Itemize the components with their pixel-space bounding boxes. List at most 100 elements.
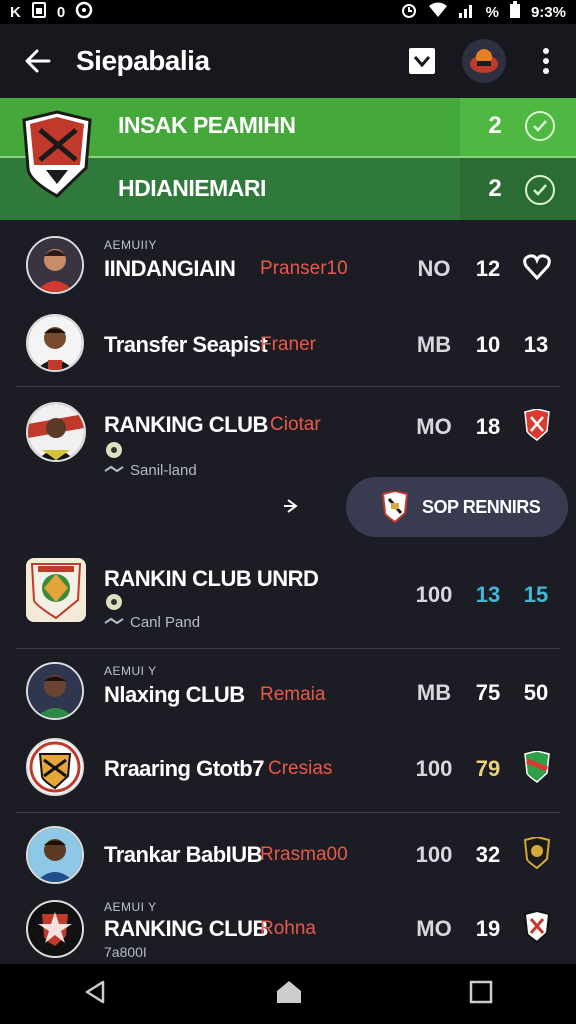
item-kicker: AEMUI Y xyxy=(104,664,157,678)
item-club: Franer xyxy=(260,334,316,355)
item-col-1: NO xyxy=(417,256,451,281)
item-club: Rrasma00 xyxy=(260,844,348,865)
item-col-2: 13 xyxy=(475,582,501,607)
banner-count-cell-2 xyxy=(460,158,576,220)
item-col-2: 79 xyxy=(475,756,501,781)
item-name: Nlaxing CLUB xyxy=(104,682,245,707)
club-shield-icon xyxy=(382,491,408,523)
item-sub-text: 7a800I xyxy=(104,944,147,960)
item-name: RANKING CLUB xyxy=(104,412,268,437)
item-col-3: 15 xyxy=(523,582,549,607)
heart-icon[interactable] xyxy=(522,252,552,282)
item-col-2: 32 xyxy=(475,842,501,867)
list-item[interactable]: AEMUI Y RANKING CLUB Rohna 7a800I MO 19 xyxy=(0,896,576,962)
banner-label-1: INSAK PEAMIHN xyxy=(118,112,296,138)
nav-back-button[interactable] xyxy=(83,979,109,1010)
sim-icon xyxy=(31,2,47,22)
section-divider xyxy=(16,648,560,649)
item-name: Transfer Seapist xyxy=(104,332,268,357)
banner-label-2: HDIANIEMARI xyxy=(118,175,266,201)
item-col-2: 18 xyxy=(475,414,501,439)
item-col-2: 75 xyxy=(475,680,501,705)
top-rankings-pill[interactable]: SOP RENNIRS xyxy=(346,477,568,537)
app-bar: Siepabalia xyxy=(0,24,576,98)
list-item[interactable]: Rraaring Gtotb7 Cresias 100 79 xyxy=(0,736,576,806)
triangle-back-icon xyxy=(85,980,105,1003)
clock-icon xyxy=(75,1,93,23)
list-item[interactable]: Transfer Seapist Franer MB 10 13 xyxy=(0,312,576,382)
player-avatar xyxy=(26,236,84,294)
back-button[interactable] xyxy=(0,24,76,98)
club-badge-icon[interactable] xyxy=(522,837,552,869)
pill-label: SOP RENNIRS xyxy=(422,496,541,517)
club-crest xyxy=(26,900,84,958)
club-crest xyxy=(26,558,86,622)
club-badge-icon[interactable] xyxy=(522,409,552,441)
home-icon xyxy=(277,980,301,1003)
section-divider xyxy=(16,386,560,387)
list-item[interactable]: AEMUI Y Nlaxing CLUB Remaia MB 75 50 xyxy=(0,660,576,730)
check-circle-icon[interactable] xyxy=(525,111,555,141)
item-club: Cresias xyxy=(268,758,333,779)
item-name: IINDANGIAIN xyxy=(104,256,236,281)
item-kicker: AEMUI Y xyxy=(104,900,157,914)
list-item[interactable]: Trankar BabIUB Rrasma00 100 32 xyxy=(0,824,576,890)
status-k: K xyxy=(10,3,21,21)
item-kicker: AEMUIIY xyxy=(104,238,157,252)
item-col-1: 100 xyxy=(415,756,453,781)
player-avatar xyxy=(26,662,84,720)
item-club: Remaia xyxy=(260,684,326,705)
item-sub-text: Canl Pand xyxy=(130,614,201,631)
banner-count-1: 2 xyxy=(488,112,502,139)
item-club: Ciotar xyxy=(270,414,321,435)
item-col-2: 19 xyxy=(475,916,501,941)
club-crest xyxy=(26,738,84,796)
item-col-2: 10 xyxy=(475,332,501,357)
item-col-1: MO xyxy=(416,414,452,439)
status-left: K 0 xyxy=(10,1,93,23)
item-club: Rohna xyxy=(260,918,316,939)
item-col-1: MB xyxy=(416,680,452,705)
section-divider xyxy=(16,812,560,813)
nav-recents-button[interactable] xyxy=(469,980,493,1009)
item-name: Trankar BabIUB xyxy=(104,842,263,867)
club-badge-icon[interactable] xyxy=(522,911,552,943)
arrow-right-icon[interactable] xyxy=(282,496,302,521)
nav-home-button[interactable] xyxy=(275,979,303,1010)
player-avatar xyxy=(26,826,84,884)
profile-button[interactable] xyxy=(452,24,516,98)
banner-count-2: 2 xyxy=(488,175,502,202)
item-col-1: MO xyxy=(416,916,452,941)
signal-icon xyxy=(458,2,476,22)
player-avatar xyxy=(26,402,86,462)
handshake-icon xyxy=(104,617,124,624)
status-right: % 9:3% xyxy=(400,1,566,23)
status-bar: K 0 % 9:3% xyxy=(0,0,576,24)
item-club: Pranser10 xyxy=(260,258,348,279)
status-zero: 0 xyxy=(56,3,66,21)
dropdown-button[interactable] xyxy=(392,24,452,98)
check-circle-icon[interactable] xyxy=(525,175,555,205)
page-title: Siepabalia xyxy=(76,45,210,76)
status-time: 9:3% xyxy=(530,3,566,21)
item-name: Rraaring Gtotb7 xyxy=(104,756,264,781)
item-sub-text: Sanil-land xyxy=(130,462,197,479)
more-options-button[interactable] xyxy=(516,24,576,98)
club-crest-icon xyxy=(22,110,92,198)
item-sub: Sanil-land xyxy=(104,462,197,479)
item-name: RANKING CLUB xyxy=(104,916,268,941)
battery-icon xyxy=(509,1,521,23)
chevron-box-icon xyxy=(409,48,435,74)
status-percent: % xyxy=(485,3,499,21)
club-badge-icon[interactable] xyxy=(522,751,552,783)
list-item[interactable]: RANKIN CLUB UNRD Canl Pand 100 13 15 xyxy=(0,554,576,644)
item-col-3: 13 xyxy=(523,332,549,357)
square-recents-icon xyxy=(469,980,493,1003)
list-item[interactable]: AEMUIIY IINDANGIAIN Pranser10 NO 12 xyxy=(0,234,576,304)
item-col-1: MB xyxy=(416,332,452,357)
standings-banner: INSAK PEAMIHN HDIANIEMARI 2 2 xyxy=(0,98,576,220)
item-name: RANKIN CLUB UNRD xyxy=(104,566,319,591)
item-sub: 7a800I xyxy=(104,944,147,960)
handshake-icon xyxy=(104,465,124,472)
arrow-left-icon xyxy=(25,49,51,73)
